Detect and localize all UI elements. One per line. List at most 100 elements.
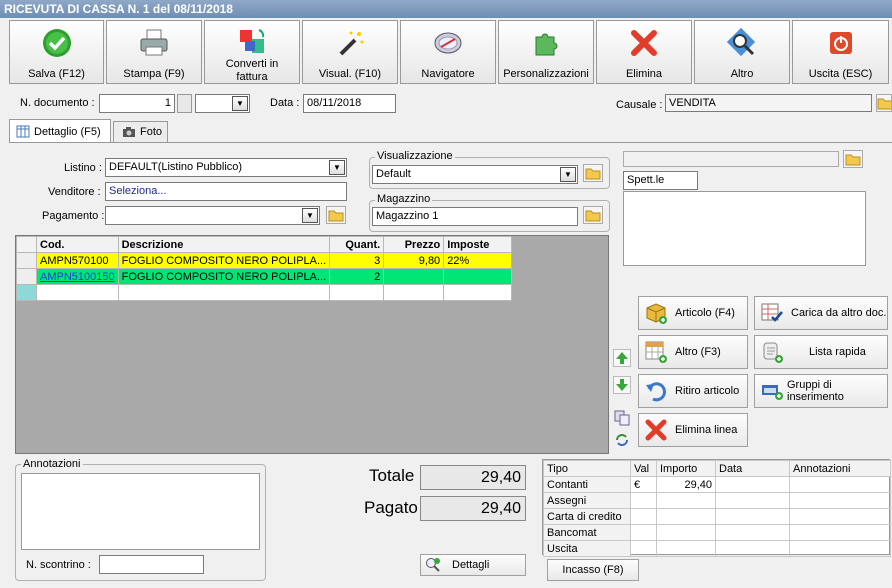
move-down-button[interactable] <box>613 376 631 394</box>
view-button[interactable]: Visual. (F10) <box>302 20 398 84</box>
delete-line-button[interactable]: Elimina linea <box>638 413 748 447</box>
details-button[interactable]: Dettagli <box>420 554 526 576</box>
table-row[interactable]: AMPN5100150 FOGLIO COMPOSITO NERO POLIPL… <box>16 268 513 285</box>
cell-descrizione[interactable] <box>117 284 331 301</box>
col-cod[interactable]: Cod. <box>36 236 119 253</box>
cell-prezzo[interactable] <box>383 284 445 301</box>
load-from-doc-button[interactable]: Carica da altro doc. <box>754 296 888 330</box>
tab-foto[interactable]: Foto <box>113 121 168 142</box>
cliente-input[interactable] <box>623 151 839 167</box>
folder-icon[interactable] <box>583 164 603 182</box>
annotazioni-textarea[interactable] <box>21 473 260 550</box>
cell-importo[interactable] <box>656 524 716 541</box>
col-descrizione[interactable]: Descrizione <box>117 236 331 253</box>
other-button[interactable]: Altro <box>694 20 790 84</box>
table-row[interactable]: Bancomat <box>543 524 891 541</box>
intestazione-input[interactable]: Spett.le <box>623 171 698 190</box>
col-imposte[interactable]: Imposte <box>443 236 513 253</box>
chevron-down-icon: ▼ <box>560 167 576 182</box>
cell-prezzo[interactable]: 9,80 <box>383 252 445 269</box>
causale-input[interactable]: VENDITA <box>665 94 872 112</box>
refresh-button[interactable] <box>613 431 631 449</box>
cell-val[interactable] <box>630 492 657 509</box>
cell-annotazioni[interactable] <box>789 524 891 541</box>
listino-select[interactable]: DEFAULT(Listino Pubblico) ▼ <box>105 158 347 177</box>
cell-quant[interactable] <box>329 284 385 301</box>
table-row[interactable]: Assegni <box>543 492 891 509</box>
delete-button[interactable]: Elimina <box>596 20 692 84</box>
cell-data[interactable] <box>715 524 790 541</box>
navigator-button[interactable]: Navigatore <box>400 20 496 84</box>
insert-groups-button[interactable]: Gruppi di inserimento <box>754 374 888 408</box>
add-article-button[interactable]: Articolo (F4) <box>638 296 748 330</box>
cell-imposte[interactable]: 22% <box>443 252 513 269</box>
table-row-new[interactable] <box>16 284 513 301</box>
incasso-button[interactable]: Incasso (F8) <box>547 559 639 581</box>
ndoc-suffix-button[interactable] <box>177 94 192 113</box>
copy-row-button[interactable] <box>613 409 631 427</box>
cell-val[interactable] <box>630 508 657 525</box>
incasso-label: Incasso (F8) <box>562 564 624 576</box>
cell-quant[interactable]: 3 <box>329 252 385 269</box>
camera-icon <box>123 127 135 137</box>
scontrino-input[interactable] <box>99 555 204 574</box>
magazzino-input[interactable]: Magazzino 1 <box>372 207 578 226</box>
convert-label-1: Converti in <box>225 58 279 70</box>
visualizzazione-select[interactable]: Default ▼ <box>372 165 578 184</box>
pagamento-select[interactable]: ▼ <box>105 206 320 225</box>
folder-icon[interactable] <box>326 206 346 224</box>
exit-button[interactable]: Uscita (ESC) <box>792 20 889 84</box>
folder-icon[interactable] <box>583 206 603 224</box>
cell-descrizione[interactable]: FOGLIO COMPOSITO NERO POLIPLA... <box>117 252 331 269</box>
cell-importo[interactable] <box>656 508 716 525</box>
venditore-input[interactable]: Seleziona... <box>105 182 347 201</box>
cell-imposte[interactable] <box>443 284 513 301</box>
cell-val[interactable] <box>630 524 657 541</box>
return-article-button[interactable]: Ritiro articolo <box>638 374 748 408</box>
cell-importo[interactable] <box>656 492 716 509</box>
cell-annotazioni[interactable] <box>789 540 891 557</box>
cell-quant[interactable]: 2 <box>329 268 385 285</box>
move-up-button[interactable] <box>613 349 631 367</box>
cell-imposte[interactable] <box>443 268 513 285</box>
ndoc-series-select[interactable]: ▼ <box>195 94 250 113</box>
cell-data[interactable] <box>715 540 790 557</box>
cell-data[interactable] <box>715 476 790 493</box>
folder-icon[interactable] <box>843 150 863 168</box>
indirizzo-textarea[interactable] <box>623 191 866 266</box>
convert-invoice-button[interactable]: Converti in fattura <box>204 20 300 84</box>
cell-cod[interactable]: AMPN570100 <box>36 252 119 269</box>
cell-cod[interactable]: AMPN5100150 <box>36 268 119 285</box>
tab-dettaglio-label: Dettaglio (F5) <box>34 125 101 138</box>
cell-importo[interactable] <box>656 540 716 557</box>
cell-importo[interactable]: 29,40 <box>656 476 716 493</box>
cell-val[interactable]: € <box>630 476 657 493</box>
tab-dettaglio[interactable]: Dettaglio (F5) <box>9 119 111 143</box>
cell-cod[interactable] <box>36 284 119 301</box>
print-button[interactable]: Stampa (F9) <box>106 20 202 84</box>
cell-annotazioni[interactable] <box>789 492 891 509</box>
table-row[interactable]: Uscita <box>543 540 891 557</box>
cell-descrizione[interactable]: FOGLIO COMPOSITO NERO POLIPLA... <box>117 268 331 285</box>
cell-data[interactable] <box>715 508 790 525</box>
col-quant[interactable]: Quant. <box>329 236 385 253</box>
articles-grid[interactable]: Cod. Descrizione Quant. Prezzo Imposte A… <box>15 235 609 454</box>
save-button[interactable]: Salva (F12) <box>9 20 104 84</box>
date-input[interactable]: 08/11/2018 <box>303 94 396 113</box>
print-label: Stampa (F9) <box>123 68 185 80</box>
other-article-button[interactable]: Altro (F3) <box>638 335 748 369</box>
ndoc-input[interactable]: 1 <box>99 94 175 113</box>
table-row[interactable]: Contanti €29,40 <box>543 476 891 493</box>
cell-annotazioni[interactable] <box>789 508 891 525</box>
table-row[interactable]: Carta di credito <box>543 508 891 525</box>
cell-data[interactable] <box>715 492 790 509</box>
quick-list-button[interactable]: Lista rapida <box>754 335 888 369</box>
cell-val[interactable] <box>630 540 657 557</box>
table-row[interactable]: AMPN570100 FOGLIO COMPOSITO NERO POLIPLA… <box>16 252 513 269</box>
cell-prezzo[interactable] <box>383 268 445 285</box>
cell-annotazioni[interactable] <box>789 476 891 493</box>
payments-table[interactable]: Tipo Val Importo Data Annotazioni Contan… <box>542 459 891 557</box>
folder-icon[interactable] <box>876 94 892 112</box>
col-prezzo[interactable]: Prezzo <box>383 236 445 253</box>
customizations-button[interactable]: Personalizzazioni <box>498 20 594 84</box>
